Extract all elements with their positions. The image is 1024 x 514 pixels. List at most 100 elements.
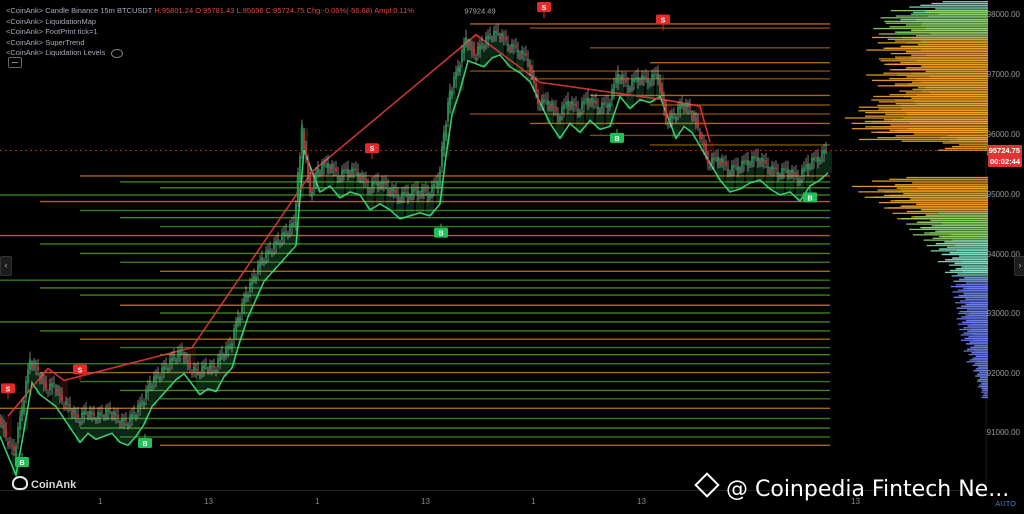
candle-body	[517, 49, 519, 52]
price-tick: 98000.00	[986, 10, 1020, 19]
candle-body	[813, 157, 815, 161]
candle-body	[475, 57, 477, 60]
candle-body	[221, 352, 223, 356]
liquidation-profile-bar	[920, 65, 988, 67]
candle-body	[563, 104, 565, 110]
liquidation-profile-bar	[972, 339, 988, 341]
candle-body	[403, 192, 405, 195]
candle-body	[143, 401, 145, 406]
eye-icon[interactable]	[111, 48, 124, 58]
supertrend-down-line	[7, 33, 711, 417]
candle-body	[81, 411, 83, 420]
liquidation-profile-bar	[956, 138, 988, 141]
sell-signal-label: S	[661, 17, 666, 24]
liquidation-profile-bar	[877, 42, 988, 44]
candle-body	[103, 417, 105, 419]
candle-body	[545, 99, 547, 101]
candle-body	[631, 79, 633, 86]
legend-row-liquidation-map[interactable]: <CoinAnk> LiquidationMap	[6, 17, 414, 28]
candle-body	[511, 43, 513, 48]
liquidation-profile-bar	[956, 284, 988, 286]
candle-body	[605, 102, 607, 104]
legend-row-supertrend[interactable]: <CoinAnk> SuperTrend	[6, 38, 414, 49]
candle-body	[499, 36, 501, 40]
candle-body	[659, 77, 661, 91]
liquidation-profile-bar	[878, 58, 988, 60]
candle-body	[733, 165, 735, 168]
legend-row-liquidation-levels[interactable]: <CoinAnk> Liquidation Levels	[6, 48, 414, 59]
liquidation-profile-bar	[913, 101, 988, 103]
price-axis[interactable]: 98000.00 97000.00 96000.00 95000.00 9400…	[986, 0, 1024, 490]
candle-body	[447, 102, 449, 122]
candle-body	[781, 167, 783, 174]
candle-body	[333, 167, 335, 169]
liquidation-profile-bar	[946, 246, 988, 248]
liquidation-profile-bar	[883, 119, 988, 121]
candle-body	[357, 171, 359, 175]
candle-body	[413, 189, 415, 192]
candle-body	[795, 172, 797, 176]
liquidation-profile-bar	[961, 260, 988, 263]
liquidation-profile-bar	[974, 350, 988, 352]
liquidation-profile-bar	[952, 275, 988, 277]
candle-body	[401, 191, 403, 198]
price-chart[interactable]: 97924.49 S S B S B S B S B B	[0, 0, 1024, 490]
candle-body	[453, 76, 455, 88]
liquidation-profile-bar	[895, 200, 988, 202]
candle-body	[527, 58, 529, 61]
candle-body	[641, 74, 643, 80]
candle-body	[271, 251, 273, 254]
coinank-logo-text: CoinAnk	[31, 479, 77, 491]
liquidation-profile-bar	[959, 255, 988, 257]
liquidation-profile-bar	[977, 361, 988, 363]
liquidation-profile-bar	[942, 1, 988, 3]
candle-body	[327, 163, 329, 168]
buy-signal-label: B	[614, 136, 619, 143]
liquidation-profile-bar	[944, 241, 988, 243]
candle-body	[679, 104, 681, 110]
candle-body	[801, 169, 803, 177]
candle-body	[367, 186, 369, 188]
scroll-left-button[interactable]: ‹	[0, 256, 12, 276]
candle-body	[51, 383, 53, 387]
liquidation-profile-bar	[917, 44, 988, 46]
liquidation-profile-bar	[910, 13, 988, 15]
legend-row-footprint[interactable]: <CoinAnk> FootPrint tick=1	[6, 27, 414, 38]
candle-body	[559, 117, 561, 120]
liquidation-profile-bar	[971, 328, 988, 331]
candle-body	[429, 195, 431, 198]
candle-body	[487, 35, 489, 40]
liquidation-profile-bar	[960, 300, 988, 302]
candle-body	[525, 52, 527, 57]
liquidation-profile-bar	[949, 269, 988, 272]
collapse-legend-button[interactable]	[8, 57, 22, 68]
liquidation-profile-bar	[964, 298, 988, 300]
candle-body	[125, 419, 127, 422]
candle-body	[239, 316, 241, 323]
candle-body	[637, 76, 639, 82]
candle-body	[379, 185, 381, 187]
liquidation-profile-bar	[895, 15, 988, 17]
liquidation-profile-bar	[921, 81, 988, 83]
candle-body	[119, 423, 121, 425]
candle-body	[425, 189, 427, 192]
candle-body	[159, 377, 161, 379]
candle-body	[765, 160, 767, 164]
legend-row-candle[interactable]: <CoinAnk> Candle Binance 15m BTCUSDT H:9…	[6, 6, 414, 17]
liquidation-profile-bar	[878, 108, 988, 110]
candle-body	[543, 99, 545, 103]
candle-body	[109, 408, 111, 410]
candle-body	[31, 363, 33, 368]
liquidation-profile-bar	[921, 49, 988, 51]
candle-body	[371, 181, 373, 188]
candle-body	[647, 79, 649, 83]
candle-body	[13, 446, 15, 452]
candle-body	[819, 160, 821, 162]
liquidation-profile-bar	[955, 244, 988, 247]
candle-body	[191, 372, 193, 375]
liquidation-profile-bar	[955, 262, 988, 265]
candle-body	[361, 175, 363, 177]
liquidation-profile-bar	[895, 102, 988, 105]
scroll-right-button[interactable]: ›	[1014, 256, 1024, 276]
candle-body	[177, 350, 179, 358]
